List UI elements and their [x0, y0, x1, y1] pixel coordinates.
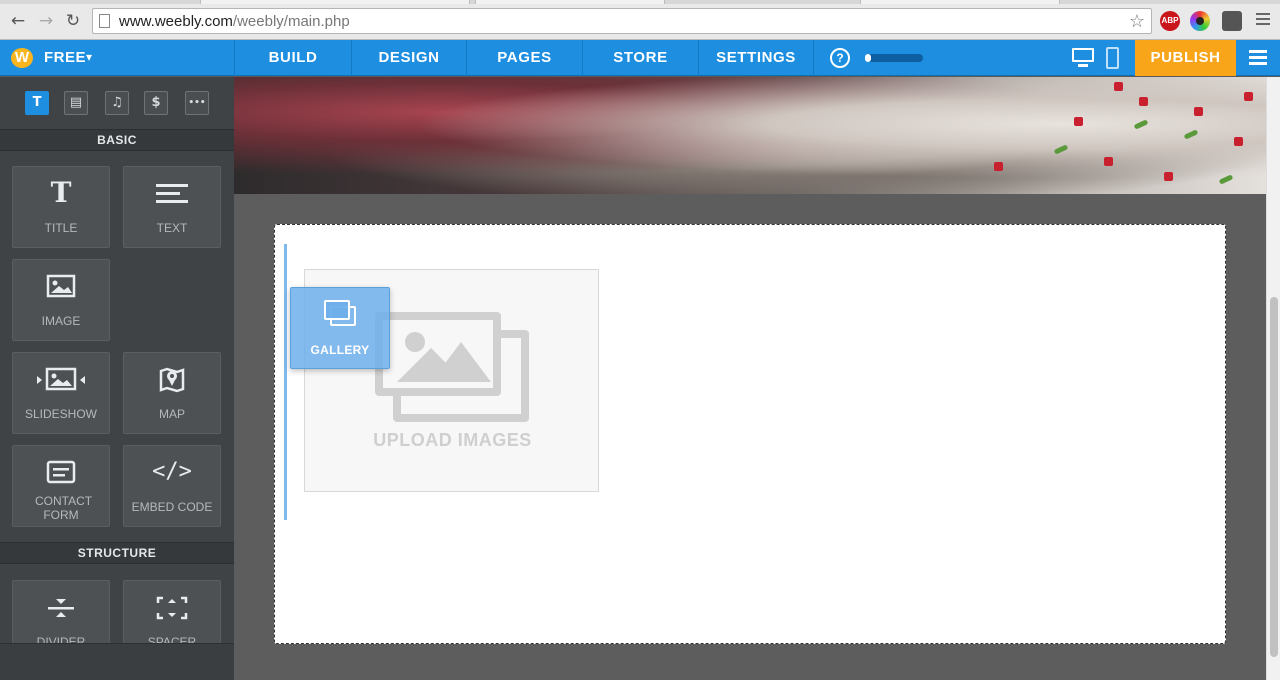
divider-icon — [13, 591, 109, 623]
browser-toolbar: ← → ↻ www.weebly.com/weebly/main.php ☆ A… — [0, 0, 1280, 40]
element-label: MAP — [158, 407, 185, 421]
tab-build[interactable]: BUILD — [234, 40, 351, 76]
map-pin-icon — [124, 363, 220, 395]
element-title[interactable]: T TITLE — [12, 166, 110, 248]
element-text[interactable]: TEXT — [123, 166, 221, 248]
code-icon: </> — [152, 459, 192, 484]
url-host: www.weebly.com — [119, 13, 233, 30]
upload-image-icon — [375, 312, 501, 396]
url-text: www.weebly.com/weebly/main.php — [119, 13, 350, 30]
gallery-label: GALLERY — [310, 343, 370, 357]
tab-settings[interactable]: SETTINGS — [698, 40, 814, 76]
pocket-extension-icon[interactable] — [1222, 11, 1242, 31]
text-lines-icon — [124, 177, 220, 209]
element-label: EMBED CODE — [131, 500, 213, 514]
desktop-view-icon[interactable] — [1072, 48, 1094, 68]
image-icon — [13, 270, 109, 302]
publish-button[interactable]: PUBLISH — [1135, 40, 1236, 76]
element-contact-form[interactable]: CONTACT FORM — [12, 445, 110, 527]
element-image[interactable]: IMAGE — [12, 259, 110, 341]
slideshow-icon — [13, 363, 109, 395]
color-picker-extension-icon[interactable] — [1190, 11, 1210, 31]
browser-menu-icon[interactable] — [1256, 13, 1270, 27]
setup-progress-bar — [865, 54, 923, 62]
hamburger-menu-icon[interactable] — [1249, 50, 1267, 66]
media-category-icon[interactable]: ♫ — [105, 91, 129, 115]
back-icon[interactable]: ← — [8, 11, 28, 31]
basic-section-heading: BASIC — [0, 129, 234, 151]
dragged-gallery-element[interactable]: GALLERY — [290, 287, 390, 369]
gallery-icon — [324, 300, 356, 328]
chevron-down-icon: ▾ — [86, 50, 93, 64]
more-category-icon[interactable]: ••• — [185, 91, 209, 115]
commerce-category-icon[interactable]: $ — [144, 91, 168, 115]
title-icon: T — [50, 176, 72, 209]
tab-design[interactable]: DESIGN — [351, 40, 466, 76]
element-label: SLIDESHOW — [24, 407, 97, 421]
mobile-view-icon[interactable] — [1106, 47, 1119, 69]
tab-strip — [0, 0, 1280, 4]
spacer-icon — [124, 591, 220, 623]
header-banner-image[interactable] — [234, 77, 1266, 194]
weebly-logo-icon: W — [11, 48, 33, 68]
adblock-extension-icon[interactable]: ABP — [1160, 11, 1180, 31]
address-bar[interactable]: www.weebly.com/weebly/main.php ☆ — [92, 8, 1152, 34]
drop-indicator — [284, 244, 287, 520]
element-slideshow[interactable]: SLIDESHOW — [12, 352, 110, 434]
structure-section-heading: STRUCTURE — [0, 542, 234, 564]
page-icon — [99, 14, 110, 28]
plan-label: FREE — [44, 49, 87, 66]
element-label: IMAGE — [41, 314, 81, 328]
reload-icon[interactable]: ↻ — [63, 11, 83, 31]
element-embed-code[interactable]: </> EMBED CODE — [123, 445, 221, 527]
url-path: /weebly/main.php — [232, 13, 350, 30]
bookmark-star-icon[interactable]: ☆ — [1129, 11, 1145, 32]
elements-sidebar: T ▤ ♫ $ ••• BASIC T TITLE TEXT IMAGE SLI… — [0, 77, 234, 680]
element-label: TEXT — [156, 221, 188, 235]
layout-category-icon[interactable]: ▤ — [64, 91, 88, 115]
progress-fill — [865, 54, 871, 62]
scrollbar-thumb[interactable] — [1270, 297, 1278, 657]
tab-pages[interactable]: PAGES — [466, 40, 582, 76]
upload-images-label: UPLOAD IMAGES — [373, 430, 532, 450]
plan-dropdown[interactable]: W FREE ▾ — [0, 40, 234, 76]
form-icon — [13, 456, 109, 488]
element-map[interactable]: MAP — [123, 352, 221, 434]
page-scrollbar[interactable] — [1266, 77, 1280, 680]
help-icon[interactable]: ? — [830, 48, 850, 68]
editor-top-nav: W FREE ▾ BUILD DESIGN PAGES STORE SETTIN… — [0, 40, 1280, 76]
element-label: CONTACT FORM — [35, 494, 93, 522]
forward-icon[interactable]: → — [36, 11, 56, 31]
element-category-bar: T ▤ ♫ $ ••• — [0, 77, 234, 129]
sidebar-footer — [0, 643, 234, 680]
element-label: TITLE — [44, 221, 78, 235]
tab-store[interactable]: STORE — [582, 40, 698, 76]
text-category-icon[interactable]: T — [25, 91, 49, 115]
